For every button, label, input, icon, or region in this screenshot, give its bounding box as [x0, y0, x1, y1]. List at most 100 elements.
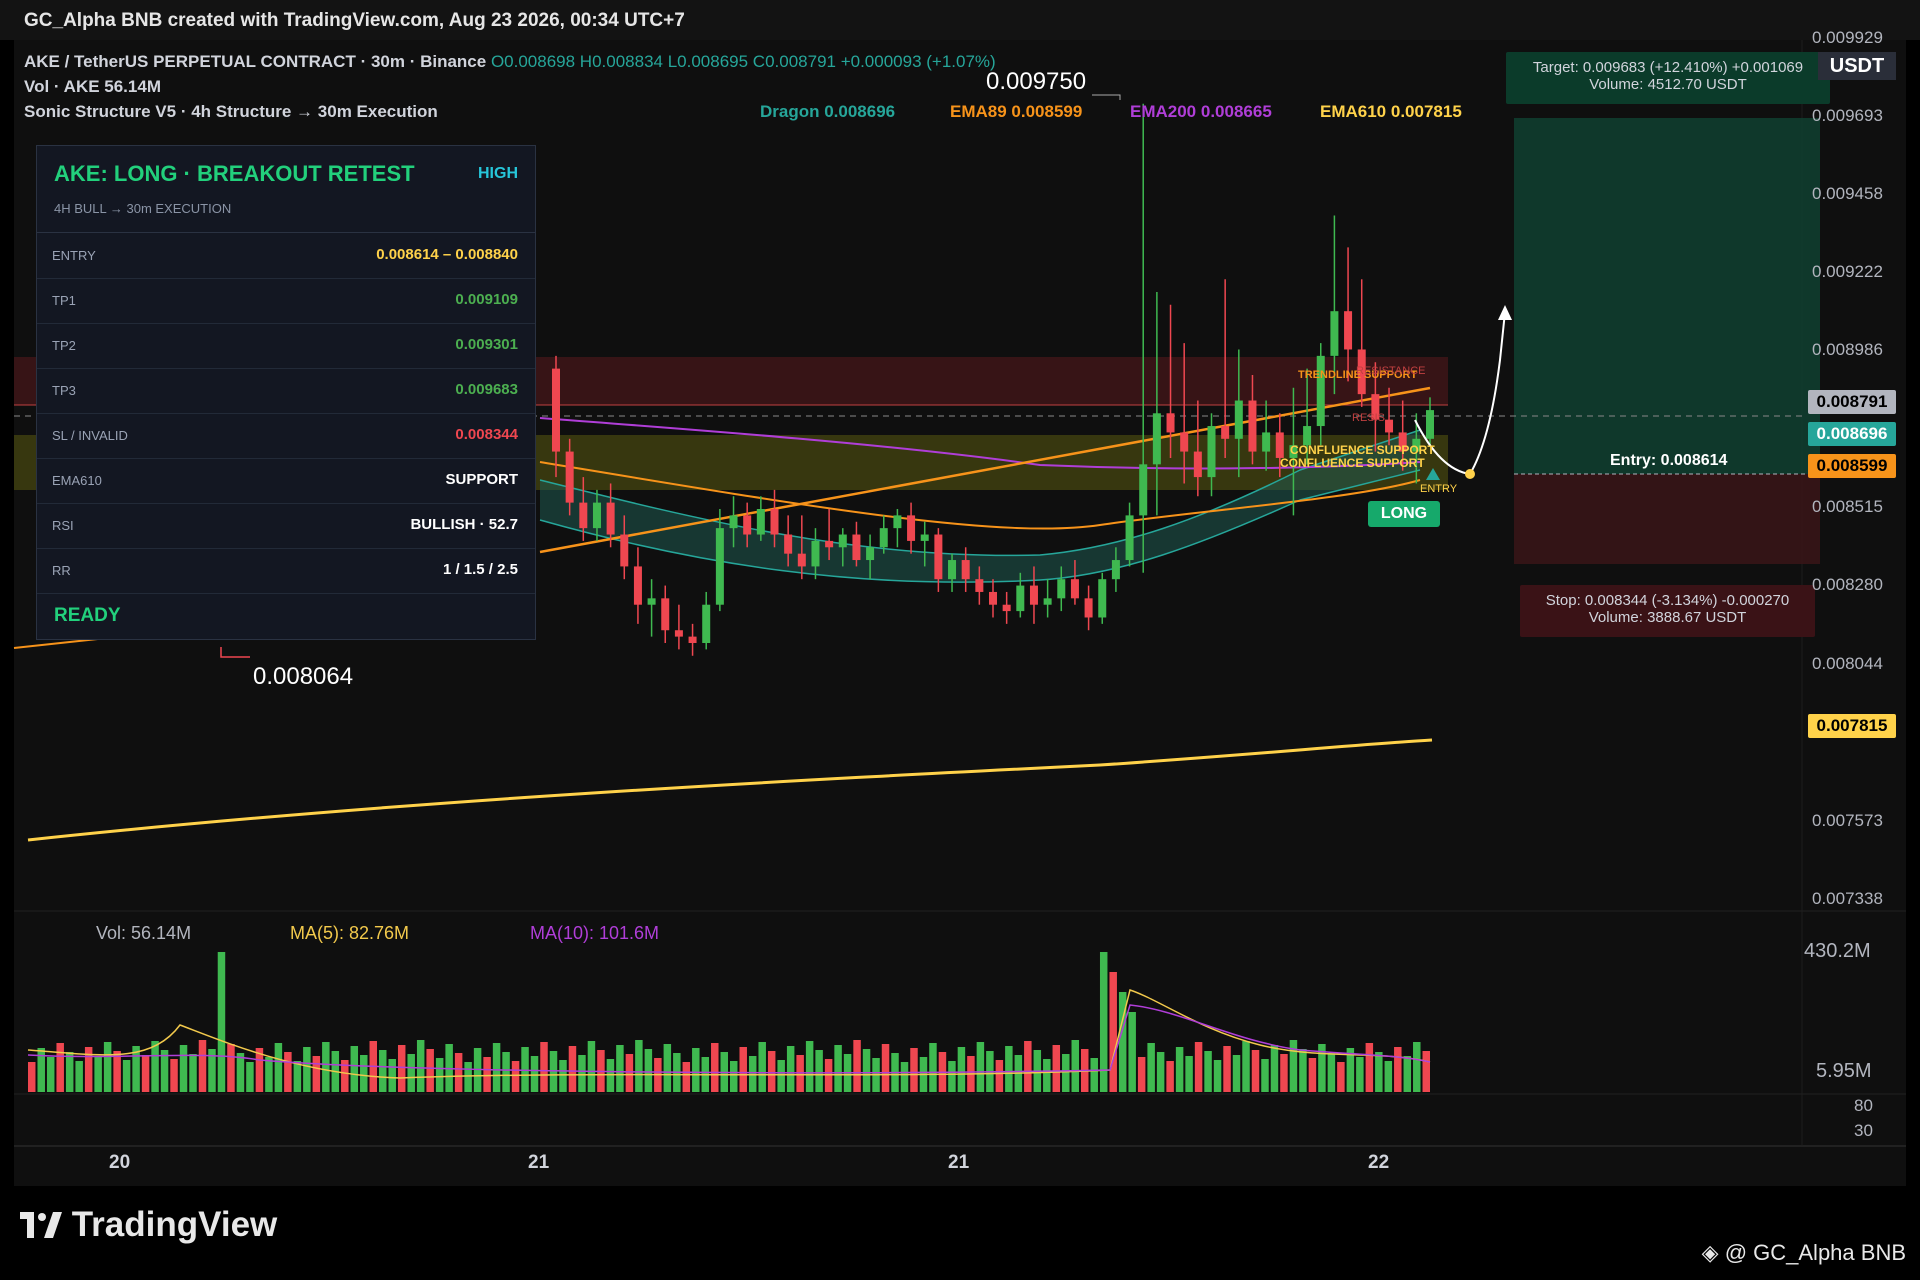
candle-body: [1207, 426, 1216, 478]
currency-tag[interactable]: USDT: [1818, 52, 1896, 80]
symbol-label[interactable]: AKE / TetherUS PERPETUAL CONTRACT · 30m …: [24, 52, 486, 71]
volume-bar: [559, 1060, 567, 1092]
vol-ma5-label: MA(5): 82.76M: [290, 923, 410, 943]
candle-body: [1234, 400, 1243, 439]
candle-body: [770, 509, 779, 535]
volume-bar: [1337, 1062, 1345, 1092]
signal-panel: AKE: LONG · BREAKOUT RETEST HIGH 4H BULL…: [36, 145, 536, 640]
row-key: TP3: [52, 383, 76, 398]
volume-bar: [578, 1055, 586, 1092]
volume-bar: [435, 1058, 444, 1092]
vol-axis-top: 430.2M: [1804, 940, 1871, 962]
ohlc-values: O0.008698 H0.008834 L0.008695 C0.008791 …: [490, 52, 996, 71]
row-value: 0.009683: [455, 381, 518, 398]
legend-indicator[interactable]: Sonic Structure V5 · 4h Structure → 30m …: [24, 102, 438, 122]
target-text: Target: 0.009683 (+12.410%) +0.001069: [1532, 59, 1804, 76]
row-key: RR: [52, 563, 71, 578]
candle-body: [1016, 585, 1025, 612]
volume-bar: [587, 1041, 596, 1092]
volume-bar: [976, 1042, 985, 1092]
volume-bar: [1261, 1059, 1269, 1092]
author-credit[interactable]: ◈ @ GC_Alpha BNB: [1702, 1240, 1906, 1266]
volume-bar: [625, 1054, 634, 1092]
volume-bar: [1071, 1040, 1079, 1092]
volume-bar: [293, 1061, 302, 1092]
volume-bar: [995, 1060, 1004, 1092]
vol-value-label: Vol: 56.14M: [96, 923, 192, 943]
volume-bar: [1213, 1060, 1222, 1092]
volume-bar: [682, 1062, 691, 1092]
volume-bar: [1422, 1051, 1430, 1092]
candle-body: [934, 534, 943, 580]
entry-label: Entry: 0.008614: [1610, 452, 1728, 469]
volume-bar: [388, 1059, 396, 1092]
candle-body: [1426, 410, 1434, 439]
volume-bar: [198, 1040, 207, 1092]
price-tick: 0.009222: [1812, 262, 1883, 281]
candle-body: [647, 598, 656, 605]
row-value: 0.008344: [455, 426, 518, 443]
volume-bar: [711, 1043, 719, 1092]
high-connector: [1092, 94, 1121, 100]
tradingview-logo[interactable]: TradingView: [20, 1205, 277, 1245]
price-tick: 0.009929: [1812, 28, 1883, 47]
volume-bar: [777, 1060, 785, 1092]
volume-bar: [37, 1048, 45, 1092]
volume-bar: [454, 1053, 463, 1092]
candle-body: [579, 502, 588, 529]
candle-body: [825, 540, 834, 548]
stop-box: Stop: 0.008344 (-3.134%) -0.000270 Volum…: [1520, 585, 1815, 637]
volume-bar: [1043, 1059, 1051, 1092]
volume-bar: [94, 1056, 102, 1092]
row-value: 0.009301: [455, 336, 518, 353]
panel-title: AKE: LONG · BREAKOUT RETEST: [54, 161, 415, 186]
volume-bar: [511, 1061, 520, 1092]
volume-bar: [957, 1047, 966, 1092]
price-tick: 0.008986: [1812, 340, 1883, 359]
candle-body: [1070, 579, 1079, 599]
candle-body: [1111, 560, 1120, 580]
candle-body: [1248, 400, 1257, 452]
panel-row-ema610: EMA610 SUPPORT: [37, 458, 535, 504]
volume-bar: [217, 952, 226, 1092]
volume-bar: [606, 1059, 615, 1092]
volume-bar: [663, 1044, 672, 1092]
volume-bar: [1185, 1056, 1193, 1092]
volume-bar: [416, 1040, 425, 1092]
volume-bar: [1024, 1041, 1032, 1092]
candle-body: [552, 368, 560, 452]
dragon-price-tag: 0.008696: [1808, 422, 1896, 446]
volume-bar: [881, 1044, 890, 1092]
volume-bar: [635, 1040, 643, 1092]
panel-row-entry: ENTRY 0.008614 – 0.008840: [37, 233, 535, 279]
candle-body: [811, 540, 820, 567]
candle-body: [1262, 432, 1271, 452]
legend-symbol-row: AKE / TetherUS PERPETUAL CONTRACT · 30m …: [24, 52, 996, 72]
volume-bar: [322, 1042, 330, 1092]
volume-bar: [1147, 1043, 1155, 1092]
volume-bar: [786, 1046, 795, 1092]
candle-body: [784, 534, 793, 554]
row-key: TP2: [52, 338, 76, 353]
candle-body: [948, 560, 957, 580]
tv-logo-svg: [20, 1212, 62, 1238]
volume-bar: [910, 1048, 918, 1092]
candle-body: [1029, 585, 1038, 605]
candle-body: [1043, 598, 1052, 605]
candle-body: [797, 553, 806, 567]
volume-bar: [65, 1052, 74, 1092]
low-connector: [220, 647, 250, 658]
ema610-price-tag: 0.007815: [1808, 714, 1896, 738]
volume-bar: [464, 1062, 472, 1092]
candle-body: [729, 515, 738, 529]
row-key: EMA610: [52, 473, 102, 488]
candle-body: [756, 509, 765, 535]
candle-body: [920, 534, 929, 541]
volume-bar: [483, 1057, 491, 1092]
candle-body: [661, 598, 670, 631]
long-signal-badge[interactable]: LONG: [1368, 501, 1440, 527]
panel-subtitle: 4H BULL → 30m EXECUTION: [54, 201, 232, 216]
volume-bar: [56, 1043, 64, 1092]
candle-body: [975, 579, 984, 592]
legend-volume[interactable]: Vol · AKE 56.14M: [24, 77, 161, 97]
